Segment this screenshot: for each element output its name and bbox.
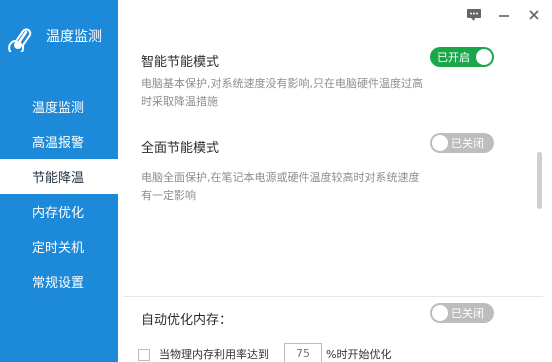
toggle-knob — [432, 305, 448, 321]
memory-optimize-toggle-label: 已关闭 — [451, 307, 484, 320]
window: 温度监测 温度监测 高温报警 节能降温 内存优化 定时关机 常规设置 智能节能模… — [0, 0, 552, 362]
memory-threshold-input[interactable]: 75 — [284, 343, 322, 362]
full-mode-title: 全面节能模式 — [141, 141, 220, 156]
memory-threshold-checkbox[interactable] — [138, 349, 150, 361]
section-divider — [123, 296, 543, 297]
smart-mode-desc-line2: 时采取降温措施 — [141, 95, 218, 108]
sidebar-item-general-settings[interactable]: 常规设置 — [0, 264, 118, 299]
smart-mode-description: 电脑基本保护,对系统速度没有影响,只在电脑硬件温度过高 时采取降温措施 — [141, 75, 471, 111]
smart-mode-title: 智能节能模式 — [141, 55, 220, 70]
smart-mode-desc-line1: 电脑基本保护,对系统速度没有影响,只在电脑硬件温度过高 — [141, 77, 423, 90]
memory-threshold-prefix: 当物理内存利用率达到 — [159, 348, 269, 361]
sidebar-item-label: 节能降温 — [32, 171, 85, 186]
smart-mode-toggle-label: 已开启 — [437, 51, 470, 64]
toggle-knob — [476, 49, 492, 65]
toggle-knob — [432, 135, 448, 151]
full-mode-toggle[interactable]: 已关闭 — [430, 133, 494, 153]
memory-threshold-suffix: %时开始优化 — [326, 348, 392, 361]
brand: 温度监测 — [8, 14, 118, 58]
settings-panel: 智能节能模式 电脑基本保护,对系统速度没有影响,只在电脑硬件温度过高 时采取降温… — [118, 0, 552, 362]
full-mode-desc-line2: 有一定影响 — [141, 189, 196, 202]
memory-optimize-title: 自动优化内存： — [141, 313, 233, 328]
sidebar-item-temperature-monitor[interactable]: 温度监测 — [0, 89, 118, 124]
sidebar-item-label: 内存优化 — [32, 206, 85, 221]
full-mode-toggle-label: 已关闭 — [451, 137, 484, 150]
sidebar-nav: 温度监测 高温报警 节能降温 内存优化 定时关机 常规设置 — [0, 89, 118, 299]
full-mode-description: 电脑全面保护,在笔记本电源或硬件温度较高时对系统速度 有一定影响 — [141, 169, 471, 205]
sidebar-item-label: 定时关机 — [32, 241, 85, 256]
memory-optimize-toggle[interactable]: 已关闭 — [430, 303, 494, 323]
sidebar-item-label: 温度监测 — [32, 101, 85, 116]
vertical-scrollbar[interactable] — [537, 152, 542, 209]
memory-threshold-text: 当物理内存利用率达到 — [159, 346, 269, 362]
thermometer-icon — [8, 28, 32, 52]
sidebar-item-scheduled-shutdown[interactable]: 定时关机 — [0, 229, 118, 264]
sidebar-item-label: 高温报警 — [32, 136, 85, 151]
sidebar: 温度监测 温度监测 高温报警 节能降温 内存优化 定时关机 常规设置 — [0, 0, 118, 362]
smart-mode-toggle[interactable]: 已开启 — [430, 47, 494, 67]
sidebar-item-high-temp-alarm[interactable]: 高温报警 — [0, 124, 118, 159]
sidebar-item-energy-saving[interactable]: 节能降温 — [0, 159, 118, 194]
sidebar-item-label: 常规设置 — [32, 276, 85, 291]
full-mode-desc-line1: 电脑全面保护,在笔记本电源或硬件温度较高时对系统速度 — [141, 171, 420, 184]
memory-threshold-suffix-row: %时开始优化 — [326, 346, 391, 362]
sidebar-item-memory-optimize[interactable]: 内存优化 — [0, 194, 118, 229]
app-title: 温度监测 — [46, 29, 102, 45]
